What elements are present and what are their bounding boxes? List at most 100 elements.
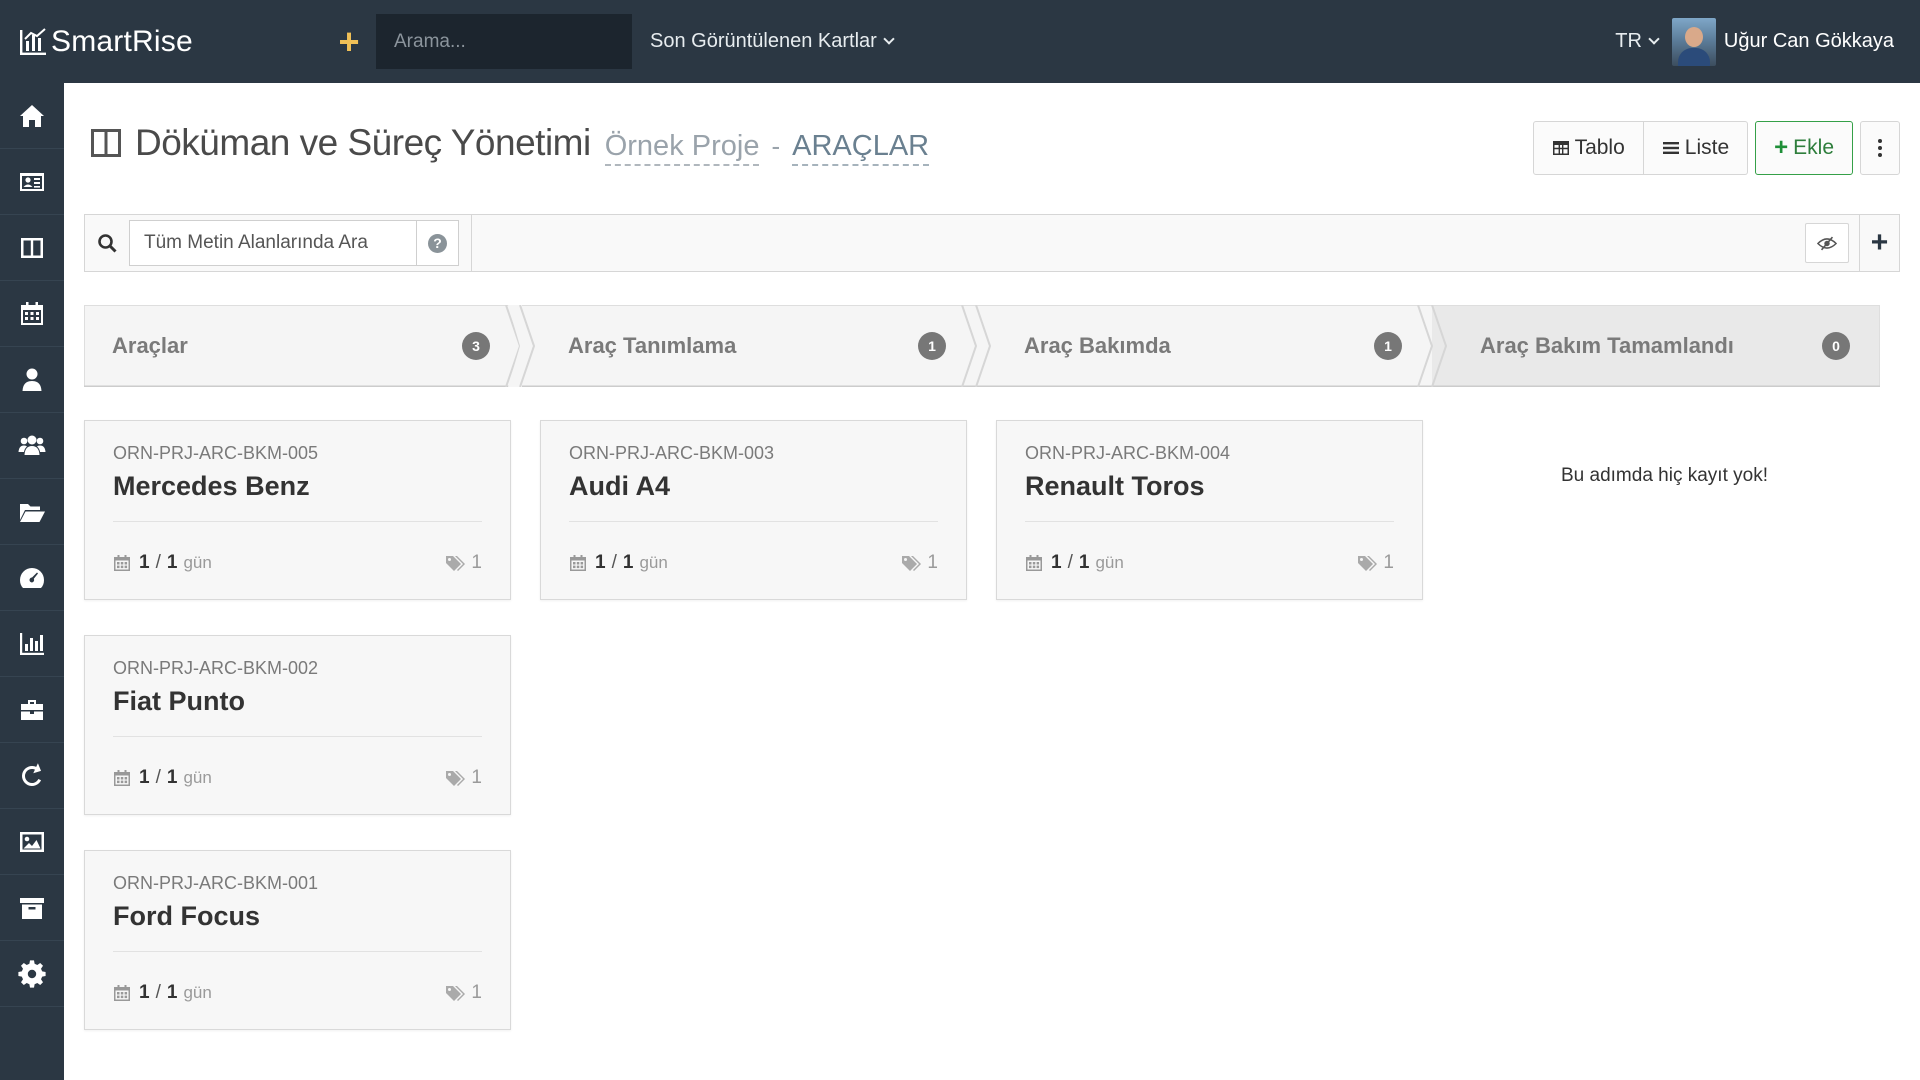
global-search-input[interactable] xyxy=(376,14,632,69)
page-title: Döküman ve Süreç Yönetimi xyxy=(135,122,591,163)
card-code: ORN-PRJ-ARC-BKM-004 xyxy=(1025,443,1231,463)
card-done-days: 1 xyxy=(139,552,150,573)
calendar-icon xyxy=(570,555,586,571)
sidebar-item-home[interactable] xyxy=(0,83,64,149)
more-options-button[interactable] xyxy=(1860,121,1900,175)
gear-icon xyxy=(18,959,46,988)
visibility-toggle-button[interactable] xyxy=(1805,223,1849,263)
recent-cards-label: Son Görüntülenen Kartlar xyxy=(650,30,877,52)
sidebar-item-gallery[interactable] xyxy=(0,809,64,875)
brand-name: SmartRise xyxy=(51,24,193,58)
breadcrumb-category[interactable]: ARAÇLAR xyxy=(792,128,930,166)
card-title: Ford Focus xyxy=(113,901,260,931)
stage-arac-bakimda[interactable]: Araç Bakımda 1 xyxy=(976,305,1432,387)
card-tag-count: 1 xyxy=(1383,552,1394,573)
card-title: Fiat Punto xyxy=(113,686,245,716)
card-days-separator: / xyxy=(155,982,161,1003)
id-card-icon xyxy=(20,172,44,191)
tags-icon xyxy=(902,556,922,571)
card-ford-focus[interactable]: ORN-PRJ-ARC-BKM-001 Ford Focus 1 / 1 gün… xyxy=(84,850,511,1030)
add-filter-button[interactable]: + xyxy=(1859,215,1899,271)
user-name[interactable]: Uğur Can Gökkaya xyxy=(1724,30,1894,53)
calendar-icon xyxy=(1026,555,1042,571)
breadcrumb-project[interactable]: Örnek Proje xyxy=(604,128,760,166)
card-renault-toros[interactable]: ORN-PRJ-ARC-BKM-004 Renault Toros 1 / 1 … xyxy=(996,420,1423,600)
card-days-separator: / xyxy=(155,767,161,788)
card-title: Audi A4 xyxy=(569,471,670,501)
card-divider xyxy=(113,521,482,522)
stage-label: Araç Bakımda xyxy=(1024,333,1171,358)
language-selector[interactable]: TR xyxy=(1615,30,1660,53)
text-search-input[interactable] xyxy=(130,221,416,265)
add-button[interactable]: + Ekle xyxy=(1755,121,1853,175)
card-total-days: 1 xyxy=(166,552,178,573)
stage-label: Araçlar xyxy=(112,333,188,358)
view-toolbar: Tablo Liste + Ekle xyxy=(1532,121,1900,175)
card-audi-a4[interactable]: ORN-PRJ-ARC-BKM-003 Audi A4 1 / 1 gün 1 xyxy=(540,420,967,600)
sidebar-item-team[interactable] xyxy=(0,413,64,479)
sidebar-item-contacts[interactable] xyxy=(0,149,64,215)
card-mercedes-benz[interactable]: ORN-PRJ-ARC-BKM-005 Mercedes Benz 1 / 1 … xyxy=(84,420,511,600)
columns-icon xyxy=(91,129,121,157)
sidebar-item-board[interactable] xyxy=(0,215,64,281)
sidebar-item-sync[interactable] xyxy=(0,743,64,809)
sidebar-item-calendar[interactable] xyxy=(0,281,64,347)
stage-count-badge: 1 xyxy=(918,332,946,360)
card-footer: 1 / 1 gün 1 xyxy=(1025,551,1394,575)
card-days-separator: / xyxy=(611,552,617,573)
chart-logo-icon xyxy=(20,27,46,55)
image-icon xyxy=(20,831,44,852)
folder-open-icon xyxy=(20,503,45,522)
quick-add-button[interactable]: + xyxy=(324,0,374,83)
card-footer: 1 / 1 gün 1 xyxy=(569,551,938,575)
card-tag-count: 1 xyxy=(471,982,482,1003)
tags-icon xyxy=(446,556,466,571)
card-code: ORN-PRJ-ARC-BKM-002 xyxy=(113,658,319,678)
sidebar-item-user[interactable] xyxy=(0,347,64,413)
list-icon xyxy=(1662,142,1679,154)
brand-logo[interactable]: SmartRise xyxy=(19,0,319,83)
card-done-days: 1 xyxy=(595,552,606,573)
briefcase-icon xyxy=(21,699,43,720)
chevron-down-icon xyxy=(1648,33,1660,45)
sidebar-item-settings[interactable] xyxy=(0,941,64,1007)
add-label: Ekle xyxy=(1793,136,1834,159)
recent-cards-dropdown[interactable]: Son Görüntülenen Kartlar xyxy=(650,0,895,83)
card-done-days: 1 xyxy=(139,767,150,788)
card-divider xyxy=(113,736,482,737)
sidebar-item-archive[interactable] xyxy=(0,875,64,941)
plus-icon: + xyxy=(1774,134,1789,161)
table-view-button[interactable]: Tablo xyxy=(1532,121,1644,175)
card-done-days: 1 xyxy=(1051,552,1062,573)
sidebar-item-dashboard[interactable] xyxy=(0,545,64,611)
card-day-unit: gün xyxy=(639,553,668,572)
card-title: Mercedes Benz xyxy=(113,471,310,501)
stage-araclar[interactable]: Araçlar 3 xyxy=(84,305,520,387)
archive-icon xyxy=(20,897,44,919)
card-days-separator: / xyxy=(1067,552,1073,573)
card-done-days: 1 xyxy=(139,982,150,1003)
card-fiat-punto[interactable]: ORN-PRJ-ARC-BKM-002 Fiat Punto 1 / 1 gün… xyxy=(84,635,511,815)
avatar[interactable] xyxy=(1671,17,1716,66)
card-total-days: 1 xyxy=(622,552,634,573)
empty-stage-message: Bu adımda hiç kayıt yok! xyxy=(1561,465,1768,486)
card-tags: 1 xyxy=(1357,552,1394,574)
stage-arac-tanimlama[interactable]: Araç Tanımlama 1 xyxy=(520,305,976,387)
list-view-button[interactable]: Liste xyxy=(1643,121,1749,175)
sidebar-item-projects[interactable] xyxy=(0,677,64,743)
stage-label: Araç Tanımlama xyxy=(568,333,737,358)
filter-divider xyxy=(471,215,472,271)
sidebar-item-files[interactable] xyxy=(0,479,64,545)
stage-label: Araç Bakım Tamamlandı xyxy=(1480,333,1734,358)
eye-slash-icon xyxy=(1817,236,1837,250)
card-total-days: 1 xyxy=(1078,552,1090,573)
help-button[interactable]: ? xyxy=(416,221,458,265)
card-total-days: 1 xyxy=(166,767,178,788)
card-divider xyxy=(1025,521,1394,522)
sidebar-item-reports[interactable] xyxy=(0,611,64,677)
filter-bar: ? + xyxy=(84,214,1900,272)
home-icon xyxy=(20,104,44,127)
card-tag-count: 1 xyxy=(471,552,482,573)
stage-arac-bakim-tamamlandi[interactable]: Araç Bakım Tamamlandı 0 xyxy=(1432,305,1880,387)
list-view-label: Liste xyxy=(1684,136,1730,159)
